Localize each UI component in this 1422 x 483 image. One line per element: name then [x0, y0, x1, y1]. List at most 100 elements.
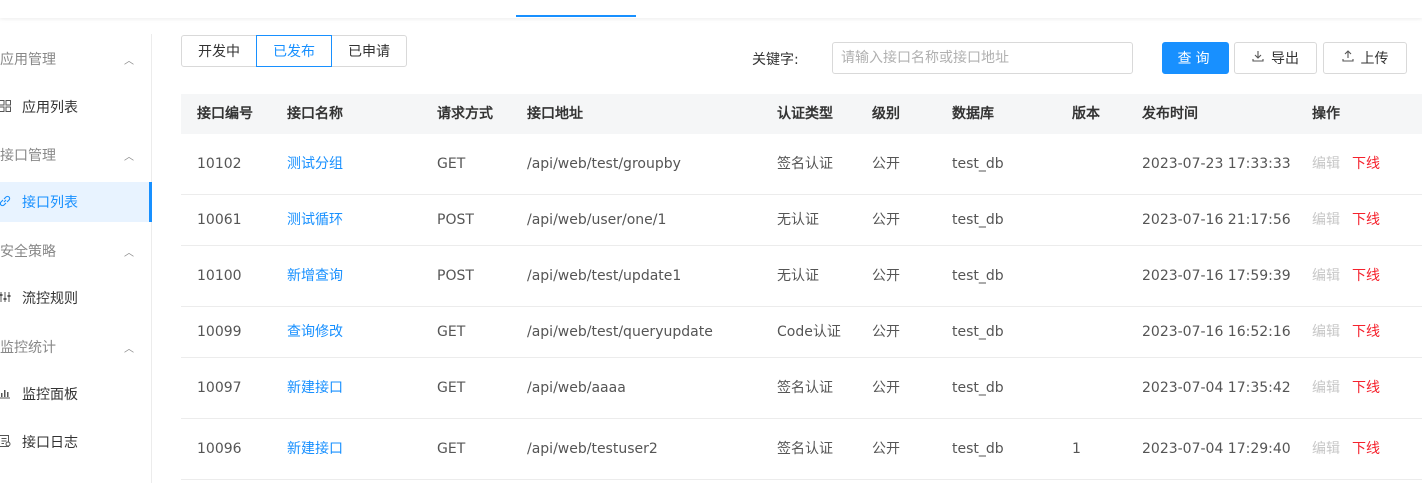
cell-level: 公开 — [872, 441, 900, 457]
tab-applied[interactable]: 已申请 — [331, 35, 407, 67]
offline-button[interactable]: 下线 — [1352, 210, 1380, 230]
cell-path: /api/web/test/queryupdate — [527, 324, 713, 340]
sidebar-item-label: 应用列表 — [22, 100, 78, 116]
sidebar: 应用管理 ︿ 应用列表 接口管理 ︿ 接口列表 安全策略 ︿ 流控规则 监控统计… — [0, 34, 152, 483]
download-icon — [1252, 50, 1264, 66]
offline-button[interactable]: 下线 — [1352, 266, 1380, 286]
table-row: 10096 新建接口 GET /api/web/testuser2 签名认证 公… — [181, 419, 1422, 480]
cell-publish-time: 2023-07-04 17:35:42 — [1142, 380, 1291, 396]
header-api-id: 接口编号 — [197, 106, 253, 122]
offline-button[interactable]: 下线 — [1352, 378, 1380, 398]
cell-level: 公开 — [872, 156, 900, 172]
sidebar-group-security-policy[interactable]: 安全策略 ︿ — [0, 231, 152, 271]
cell-actions: 编辑 下线 — [1312, 358, 1380, 418]
upload-icon — [1341, 50, 1354, 66]
header-api-name: 接口名称 — [287, 106, 343, 122]
upload-button[interactable]: 上传 — [1323, 42, 1407, 74]
table-row: 10099 查询修改 GET /api/web/test/queryupdate… — [181, 307, 1422, 358]
edit-button[interactable]: 编辑 — [1312, 439, 1340, 459]
cell-level: 公开 — [872, 212, 900, 228]
api-name-link[interactable]: 测试循环 — [287, 195, 343, 245]
offline-button[interactable]: 下线 — [1352, 439, 1380, 459]
sidebar-group-label: 接口管理 — [0, 148, 56, 164]
cell-actions: 编辑 下线 — [1312, 134, 1380, 194]
bar-chart-icon — [0, 387, 12, 401]
tab-published[interactable]: 已发布 — [256, 35, 332, 67]
export-button[interactable]: 导出 — [1234, 42, 1317, 74]
keyword-label: 关键字: — [752, 52, 799, 68]
cell-auth-type: 签名认证 — [777, 380, 833, 396]
cell-version: 1 — [1072, 441, 1081, 457]
cell-api-id: 10099 — [197, 324, 242, 340]
status-tabs: 开发中 已发布 已申请 — [181, 35, 407, 67]
offline-button[interactable]: 下线 — [1352, 154, 1380, 174]
cell-level: 公开 — [872, 324, 900, 340]
edit-button[interactable]: 编辑 — [1312, 378, 1340, 398]
header-auth-type: 认证类型 — [777, 106, 833, 122]
sidebar-item-monitor-panel[interactable]: 监控面板 — [0, 374, 152, 414]
cell-api-id: 10100 — [197, 268, 242, 284]
api-name-link[interactable]: 新建接口 — [287, 419, 343, 479]
edit-button[interactable]: 编辑 — [1312, 322, 1340, 342]
grid-icon — [0, 100, 12, 114]
api-name-link[interactable]: 新建接口 — [287, 358, 343, 418]
cell-path: /api/web/testuser2 — [527, 441, 658, 457]
tab-in-development[interactable]: 开发中 — [181, 35, 257, 67]
link-icon — [0, 195, 12, 209]
cell-path: /api/web/aaaa — [527, 380, 626, 396]
cell-actions: 编辑 下线 — [1312, 307, 1380, 357]
header-method: 请求方式 — [437, 106, 493, 122]
table-row: 10100 新增查询 POST /api/web/test/update1 无认… — [181, 246, 1422, 307]
api-name-link[interactable]: 新增查询 — [287, 246, 343, 306]
edit-button[interactable]: 编辑 — [1312, 154, 1340, 174]
sidebar-item-api-list[interactable]: 接口列表 — [0, 182, 152, 222]
chevron-up-icon: ︿ — [124, 152, 134, 163]
cell-api-id: 10096 — [197, 441, 242, 457]
api-table: 接口编号 接口名称 请求方式 接口地址 认证类型 级别 数据库 版本 发布时间 … — [181, 94, 1422, 480]
cell-database: test_db — [952, 324, 1004, 340]
sidebar-item-api-log[interactable]: 接口日志 — [0, 422, 152, 462]
sidebar-group-monitoring[interactable]: 监控统计 ︿ — [0, 327, 152, 367]
query-button[interactable]: 查询 — [1162, 42, 1229, 74]
cell-api-id: 10102 — [197, 156, 242, 172]
cell-auth-type: 无认证 — [777, 212, 819, 228]
table-header: 接口编号 接口名称 请求方式 接口地址 认证类型 级别 数据库 版本 发布时间 … — [181, 94, 1422, 134]
edit-button[interactable]: 编辑 — [1312, 210, 1340, 230]
cell-method: POST — [437, 268, 474, 284]
sidebar-group-label: 监控统计 — [0, 340, 56, 356]
sidebar-item-label: 接口日志 — [22, 435, 78, 451]
cell-api-id: 10061 — [197, 212, 242, 228]
export-label: 导出 — [1271, 51, 1299, 67]
cell-actions: 编辑 下线 — [1312, 195, 1380, 245]
chevron-up-icon: ︿ — [124, 56, 134, 67]
chevron-up-icon: ︿ — [124, 248, 134, 259]
sidebar-item-label: 流控规则 — [22, 291, 78, 307]
cell-publish-time: 2023-07-16 21:17:56 — [1142, 212, 1291, 228]
active-nav-indicator — [516, 15, 636, 17]
cell-api-id: 10097 — [197, 380, 242, 396]
cell-database: test_db — [952, 156, 1004, 172]
sidebar-item-flow-control[interactable]: 流控规则 — [0, 278, 152, 318]
cell-database: test_db — [952, 212, 1004, 228]
cell-publish-time: 2023-07-16 17:59:39 — [1142, 268, 1291, 284]
cell-publish-time: 2023-07-16 16:52:16 — [1142, 324, 1291, 340]
sidebar-group-app-management[interactable]: 应用管理 ︿ — [0, 39, 152, 79]
api-name-link[interactable]: 测试分组 — [287, 134, 343, 194]
keyword-search-input[interactable] — [832, 42, 1133, 74]
sidebar-group-api-management[interactable]: 接口管理 ︿ — [0, 135, 152, 175]
table-row: 10097 新建接口 GET /api/web/aaaa 签名认证 公开 tes… — [181, 358, 1422, 419]
offline-button[interactable]: 下线 — [1352, 322, 1380, 342]
cell-level: 公开 — [872, 380, 900, 396]
cell-auth-type: 签名认证 — [777, 441, 833, 457]
edit-button[interactable]: 编辑 — [1312, 266, 1340, 286]
cell-publish-time: 2023-07-04 17:29:40 — [1142, 441, 1291, 457]
cell-method: GET — [437, 156, 466, 172]
cell-method: GET — [437, 441, 466, 457]
cell-database: test_db — [952, 441, 1004, 457]
api-name-link[interactable]: 查询修改 — [287, 307, 343, 357]
header-actions: 操作 — [1312, 106, 1340, 122]
header-version: 版本 — [1072, 106, 1100, 122]
cell-method: GET — [437, 380, 466, 396]
sidebar-item-app-list[interactable]: 应用列表 — [0, 87, 152, 127]
table-row: 10102 测试分组 GET /api/web/test/groupby 签名认… — [181, 134, 1422, 195]
